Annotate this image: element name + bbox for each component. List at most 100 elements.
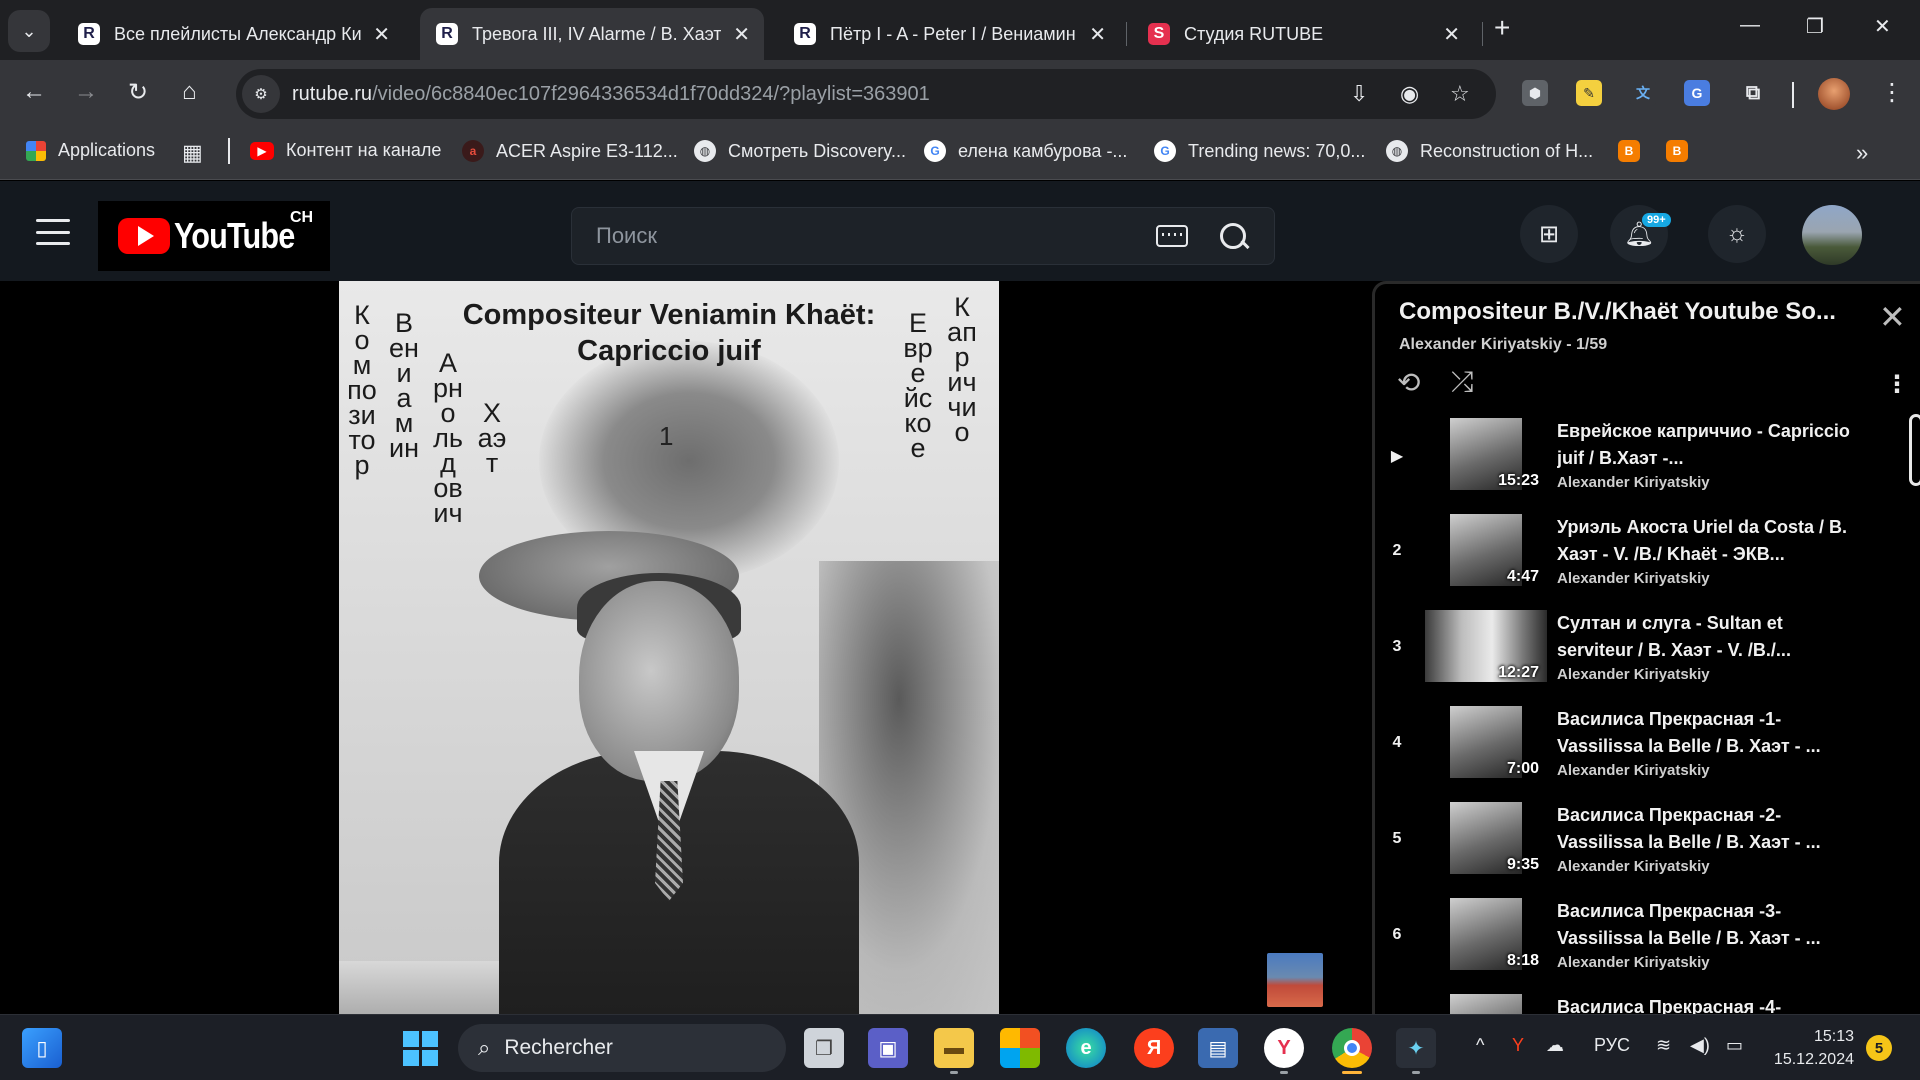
extension-shield-icon[interactable]: ⬢ — [1522, 80, 1548, 106]
new-tab-plus-icon[interactable]: + — [1494, 12, 1510, 44]
playlist-close-icon[interactable]: ✕ — [1879, 298, 1906, 336]
tab-alarme[interactable]: R Тревога III, IV Alarme / В. Хаэт ✕ — [420, 8, 764, 60]
youtube-logo[interactable]: YouTube CH — [98, 201, 330, 271]
bookmark-applications[interactable]: Applications — [26, 140, 155, 161]
playlist-more-icon[interactable]: ⋮ — [1885, 370, 1909, 399]
playlist-title[interactable]: Compositeur B./V./Khaët Youtube So... — [1399, 298, 1859, 326]
search-input[interactable]: Поиск — [571, 207, 1275, 265]
microsoft-store-icon[interactable] — [1000, 1028, 1040, 1068]
tab-peter[interactable]: R Пётр I - A - Peter I / Вениамин ✕ — [778, 8, 1120, 60]
playlist-item-title[interactable]: Василиса Прекрасная -2- Vassilissa la Be… — [1557, 802, 1857, 856]
playlist-item[interactable]: 5 9:35 Василиса Прекрасная -2- Vassilissa … — [1375, 794, 1905, 890]
bookmark-star-icon[interactable]: ☆ — [1450, 81, 1470, 107]
playlist-item-thumbnail[interactable] — [1425, 994, 1547, 1014]
playlist-item-title[interactable]: Василиса Прекрасная -1- Vassilissa la Be… — [1557, 706, 1857, 760]
tray-yandex-icon[interactable]: Y — [1512, 1035, 1524, 1056]
bookmark-blogger-2[interactable]: B — [1666, 140, 1688, 162]
browser-profile-avatar[interactable] — [1818, 78, 1850, 110]
close-icon[interactable]: ✕ — [373, 22, 390, 47]
playlist-item[interactable]: ▶ 15:23 Еврейское каприччио - Capriccio ju… — [1375, 410, 1905, 506]
search-icon[interactable] — [1216, 219, 1250, 253]
playlist-item-thumbnail[interactable]: 4:47 — [1425, 514, 1547, 586]
playlist-item-author[interactable]: Alexander Kiriyatskiy — [1557, 762, 1710, 779]
windows-start-icon[interactable] — [400, 1028, 440, 1068]
upload-plus-button[interactable]: ⊞ — [1520, 205, 1578, 263]
yandex-browser-icon[interactable]: Y — [1264, 1028, 1304, 1074]
close-icon[interactable]: ✕ — [1443, 22, 1460, 47]
playlist-item-thumbnail[interactable]: 7:00 — [1425, 706, 1547, 778]
playlist-item-title[interactable]: Василиса Прекрасная -4- — [1557, 994, 1857, 1014]
playlist-item-author[interactable]: Alexander Kiriyatskiy — [1557, 474, 1710, 491]
minimize-icon[interactable]: — — [1740, 14, 1760, 37]
playlist-item-thumbnail[interactable]: 12:27 — [1425, 610, 1547, 682]
channel-watermark-thumbnail[interactable] — [1267, 953, 1323, 1007]
playlist-scrollbar[interactable] — [1909, 414, 1920, 486]
video-player[interactable]: Compositeur Veniamin Khaët: Capriccio ju… — [339, 281, 999, 1014]
playlist-item[interactable]: 6 8:18 Василиса Прекрасная -3- Vassilissa … — [1375, 890, 1905, 986]
menu-hamburger-icon[interactable] — [36, 219, 70, 245]
extension-translate-icon[interactable]: 文 — [1630, 80, 1656, 106]
playlist-item[interactable]: 2 4:47 Уриэль Акоста Uriel da Costa / В. Х… — [1375, 506, 1905, 602]
extensions-puzzle-icon[interactable]: ⧉ — [1740, 80, 1766, 106]
close-icon[interactable]: ✕ — [1089, 22, 1106, 47]
bookmark-trending[interactable]: G Trending news: 70,0... — [1154, 140, 1365, 162]
teams-icon[interactable]: ▣ — [868, 1028, 908, 1068]
install-app-icon[interactable]: ⇩ — [1350, 81, 1368, 107]
notifications-button[interactable]: 🔔︎ 99+ — [1610, 205, 1671, 263]
bookmark-channel-content[interactable]: ▶ Контент на канале — [250, 140, 441, 161]
back-arrow-icon[interactable]: ← — [22, 78, 46, 106]
address-bar[interactable]: ⚙ rutube.ru/video/6c8840ec107f2964336534… — [236, 69, 1496, 119]
wifi-icon[interactable]: ≋ — [1656, 1035, 1671, 1056]
site-settings-icon[interactable]: ⚙ — [242, 75, 280, 113]
file-explorer-icon[interactable]: ▬ — [934, 1028, 974, 1074]
battery-icon[interactable]: ▭ — [1726, 1035, 1743, 1056]
user-avatar[interactable] — [1802, 205, 1862, 265]
browser-menu-icon[interactable]: ⋮ — [1880, 78, 1904, 107]
shuffle-icon[interactable]: ⤮ — [1451, 366, 1473, 399]
bookmark-blogger-1[interactable]: B — [1618, 140, 1640, 162]
chrome-icon[interactable] — [1332, 1028, 1372, 1074]
tray-cloud-icon[interactable]: ☁ — [1546, 1035, 1564, 1056]
loop-icon[interactable]: ⟲ — [1397, 366, 1420, 399]
home-icon[interactable]: ⌂ — [182, 78, 197, 106]
more-bookmarks-icon[interactable]: » — [1856, 140, 1868, 166]
playlist-item[interactable]: 4 7:00 Василиса Прекрасная -1- Vassilissa … — [1375, 698, 1905, 794]
playlist-item-title[interactable]: Уриэль Акоста Uriel da Costa / В. Хаэт -… — [1557, 514, 1857, 568]
tray-overflow-icon[interactable]: ^ — [1476, 1035, 1484, 1056]
playlist-item-title[interactable]: Султан и слуга - Sultan et serviteur / В… — [1557, 610, 1857, 664]
playlist-item-author[interactable]: Alexander Kiriyatskiy — [1557, 570, 1710, 587]
system-clock[interactable]: 15:13 15.12.2024 — [1770, 1025, 1854, 1071]
taskbar-search[interactable]: ⌕ Rechercher — [458, 1024, 786, 1072]
playlist-item-title[interactable]: Василиса Прекрасная -3- Vassilissa la Be… — [1557, 898, 1857, 952]
tab-groups-icon[interactable]: ▦ — [182, 140, 203, 166]
tab-search-button[interactable]: ⌄ — [8, 10, 50, 52]
playlist-item[interactable]: 7Василиса Прекрасная -4- — [1375, 986, 1905, 1014]
url-text[interactable]: rutube.ru/video/6c8840ec107f2964336534d1… — [292, 83, 930, 106]
bookmark-discovery[interactable]: ◍ Смотреть Discovery... — [694, 140, 906, 162]
forward-arrow-icon[interactable]: → — [74, 78, 98, 106]
widgets-icon[interactable]: ▯ — [22, 1028, 62, 1068]
keyboard-language[interactable]: РУС — [1594, 1035, 1630, 1056]
extension-notes-icon[interactable]: ✎ — [1576, 80, 1602, 106]
playlist-item-author[interactable]: Alexander Kiriyatskiy — [1557, 858, 1710, 875]
tab-studio[interactable]: S Студия RUTUBE ✕ — [1132, 8, 1474, 60]
playlist-item-thumbnail[interactable]: 15:23 — [1425, 418, 1547, 490]
theme-toggle-button[interactable]: ☼ — [1708, 205, 1766, 263]
google-translate-icon[interactable]: G — [1684, 80, 1710, 106]
playlist-item-title[interactable]: Еврейское каприччио - Capriccio juif / В… — [1557, 418, 1857, 472]
window-close-icon[interactable]: ✕ — [1874, 14, 1891, 39]
playlist-item-thumbnail[interactable]: 8:18 — [1425, 898, 1547, 970]
playlist-item[interactable]: 3 12:27 Султан и слуга - Sultan et servite… — [1375, 602, 1905, 698]
bookmark-reconstruction[interactable]: ◍ Reconstruction of H... — [1386, 140, 1593, 162]
keyboard-icon[interactable] — [1156, 225, 1188, 247]
playlist-item-author[interactable]: Alexander Kiriyatskiy — [1557, 954, 1710, 971]
playlist-item-thumbnail[interactable]: 9:35 — [1425, 802, 1547, 874]
tab-all-playlists[interactable]: R Все плейлисты Александр Кир ✕ — [62, 8, 404, 60]
volume-icon[interactable]: ◀) — [1690, 1035, 1710, 1056]
edge-icon[interactable]: e — [1066, 1028, 1106, 1068]
network-app-icon[interactable]: ▤ — [1198, 1028, 1238, 1068]
yandex-icon[interactable]: Я — [1134, 1028, 1174, 1068]
reload-icon[interactable]: ↻ — [128, 78, 148, 107]
restore-icon[interactable]: ❐ — [1806, 14, 1824, 39]
task-view-icon[interactable]: ❐ — [804, 1028, 844, 1068]
